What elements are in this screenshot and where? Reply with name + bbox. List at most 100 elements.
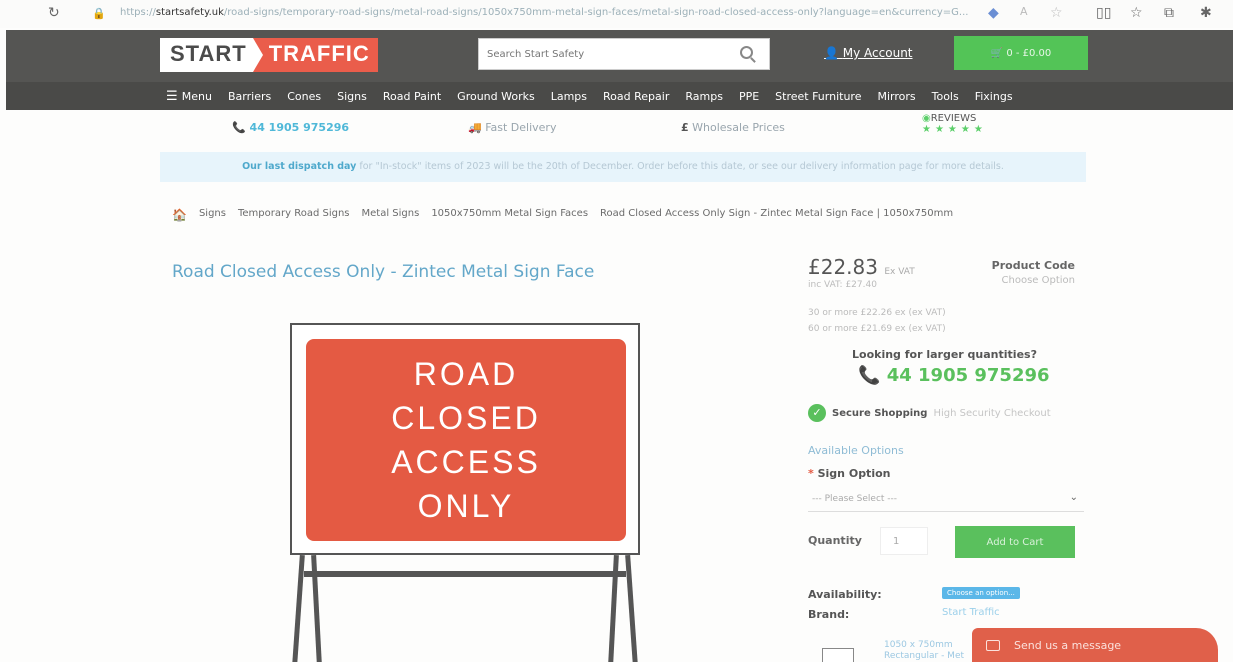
chat-widget[interactable]: Send us a message [972,628,1218,662]
sign-line: ACCESS [391,444,541,480]
nav-item-street-furniture[interactable]: Street Furniture [767,90,869,103]
favorites-icon[interactable]: ☆ [1130,5,1143,21]
extensions-icon[interactable]: ✱ [1200,5,1212,21]
breadcrumb-item[interactable]: Temporary Road Signs [238,208,350,222]
nav-item-fixings[interactable]: Fixings [967,90,1021,103]
trust-prices-label: Wholesale Prices [692,121,785,134]
bulk-price-30: 30 or more £22.26 ex (ex VAT) [808,308,946,318]
sign-line: ONLY [417,488,515,524]
nav-item-lamps[interactable]: Lamps [543,90,595,103]
home-icon[interactable]: 🏠 [172,208,187,222]
nav-item-mirrors[interactable]: Mirrors [869,90,923,103]
search-input[interactable] [479,39,719,69]
secure-shopping: ✓ Secure Shopping High Security Checkout [808,404,1051,422]
sign-face: ROAD CLOSED ACCESS ONLY [306,339,626,541]
sign-leg [292,554,305,662]
price-value: £22.83 [808,255,878,279]
split-screen-icon[interactable]: ▯▯ [1096,5,1111,21]
breadcrumb-current: Road Closed Access Only Sign - Zintec Me… [600,208,954,219]
breadcrumb-item[interactable]: 1050x750mm Metal Sign Faces [431,208,588,222]
product-code-value: Choose Option [1001,275,1075,286]
trust-phone-number: 44 1905 975296 [249,121,350,134]
search-box [478,38,770,70]
quantity-label: Quantity [808,534,862,547]
sign-line: ROAD [413,356,519,392]
lock-icon[interactable]: 🔒 [92,7,106,20]
nav-item-menu[interactable]: Menu [158,89,220,104]
product-code-label: Product Code [991,259,1075,272]
inc-vat-price: inc VAT: £27.40 [808,280,877,290]
sign-frame: ROAD CLOSED ACCESS ONLY [290,323,640,555]
nav-item-barriers[interactable]: Barriers [220,90,279,103]
page-title: Road Closed Access Only - Zintec Metal S… [172,262,595,282]
nav-item-road-repair[interactable]: Road Repair [595,90,677,103]
option-thumbnail-text[interactable]: 1050 x 750mm Rectangular - Met [884,640,964,662]
reload-icon[interactable]: ↻ [48,5,60,21]
address-bar[interactable]: https://startsafety.uk/road-signs/tempor… [120,7,980,18]
sign-option-label: * Sign Option [808,467,890,480]
nav-item-tools[interactable]: Tools [924,90,967,103]
available-options-heading: Available Options [808,444,904,457]
account-link[interactable]: 👤 My Account [824,46,913,60]
phone-icon: 📞 [858,365,881,386]
sign-crossbar [304,571,626,577]
trust-phone[interactable]: 📞 44 1905 975296 [232,121,349,147]
trust-delivery-label: Fast Delivery [485,121,557,134]
breadcrumb-item[interactable]: Metal Signs [362,208,420,222]
nav-item-cones[interactable]: Cones [279,90,329,103]
message-icon [986,639,1000,651]
browser-bar: ↻ 🔒 https://startsafety.uk/road-signs/te… [0,0,1233,28]
sign-option-text: Sign Option [817,467,891,480]
product-image[interactable]: ROAD CLOSED ACCESS ONLY [290,323,640,662]
pound-icon: £ [681,121,689,134]
brand-link[interactable]: Start Traffic [942,607,1000,618]
thumb-text-line: Rectangular - Met [884,651,965,661]
main-nav: Menu Barriers Cones Signs Road Paint Gro… [6,82,1233,110]
quantity-input[interactable] [880,527,928,555]
price: £22.83 Ex VAT [808,255,915,279]
phone-icon: 📞 [232,121,246,134]
truck-icon: 🚚 [468,121,482,134]
dispatch-notice: Our last dispatch day for "In-stock" ite… [160,152,1086,182]
account-label: My Account [842,46,913,60]
select-placeholder: --- Please Select --- [812,494,898,504]
secure-sub: High Security Checkout [933,407,1051,419]
chat-label: Send us a message [1014,638,1122,652]
check-icon: ✓ [808,404,826,422]
nav-item-ppe[interactable]: PPE [731,90,767,103]
search-icon[interactable] [740,46,753,59]
sales-phone-number: 44 1905 975296 [886,365,1050,386]
nav-item-road-paint[interactable]: Road Paint [375,90,449,103]
sales-phone[interactable]: 📞 44 1905 975296 [858,365,1050,386]
breadcrumb: 🏠 Signs Temporary Road Signs Metal Signs… [172,208,953,222]
reviews-logo-icon: ◉ [922,113,931,124]
secure-label: Secure Shopping [832,407,928,419]
logo-traffic: TRAFFIC [252,38,378,72]
star-icon[interactable]: ☆ [1050,5,1063,21]
cart-icon: 🛒 [990,47,1007,59]
sign-leg [625,554,638,662]
trust-prices: £ Wholesale Prices [681,121,785,147]
sign-option-select[interactable]: --- Please Select --- ⌄ [808,488,1084,512]
sign-line: CLOSED [391,400,541,436]
option-thumbnail[interactable] [822,648,854,662]
trust-delivery: 🚚 Fast Delivery [468,121,556,147]
required-marker: * [808,467,814,480]
bulk-price-60: 60 or more £21.69 ex (ex VAT) [808,324,946,334]
nav-item-signs[interactable]: Signs [329,90,375,103]
read-aloud-icon[interactable]: A [1020,5,1028,18]
cart-button[interactable]: 🛒 0 - £0.00 [954,36,1088,70]
reviews-stars: ★★★★★ [922,124,987,135]
collections-icon[interactable]: ⧉ [1164,5,1174,21]
notice-bold: Our last dispatch day [242,161,357,172]
add-to-cart-button[interactable]: Add to Cart [955,526,1075,558]
availability-label: Availability: [808,588,882,601]
nav-item-ground-works[interactable]: Ground Works [449,90,543,103]
notice-text: for "In-stock" items of 2023 will be the… [356,161,1004,172]
favorite-badge-icon[interactable]: ◆ [988,5,999,21]
breadcrumb-item[interactable]: Signs [199,208,226,222]
nav-item-ramps[interactable]: Ramps [677,90,731,103]
logo[interactable]: START TRAFFIC [160,38,378,72]
logo-start: START [160,38,253,72]
reviews-badge[interactable]: ◉REVIEWS ★★★★★ [922,113,987,135]
